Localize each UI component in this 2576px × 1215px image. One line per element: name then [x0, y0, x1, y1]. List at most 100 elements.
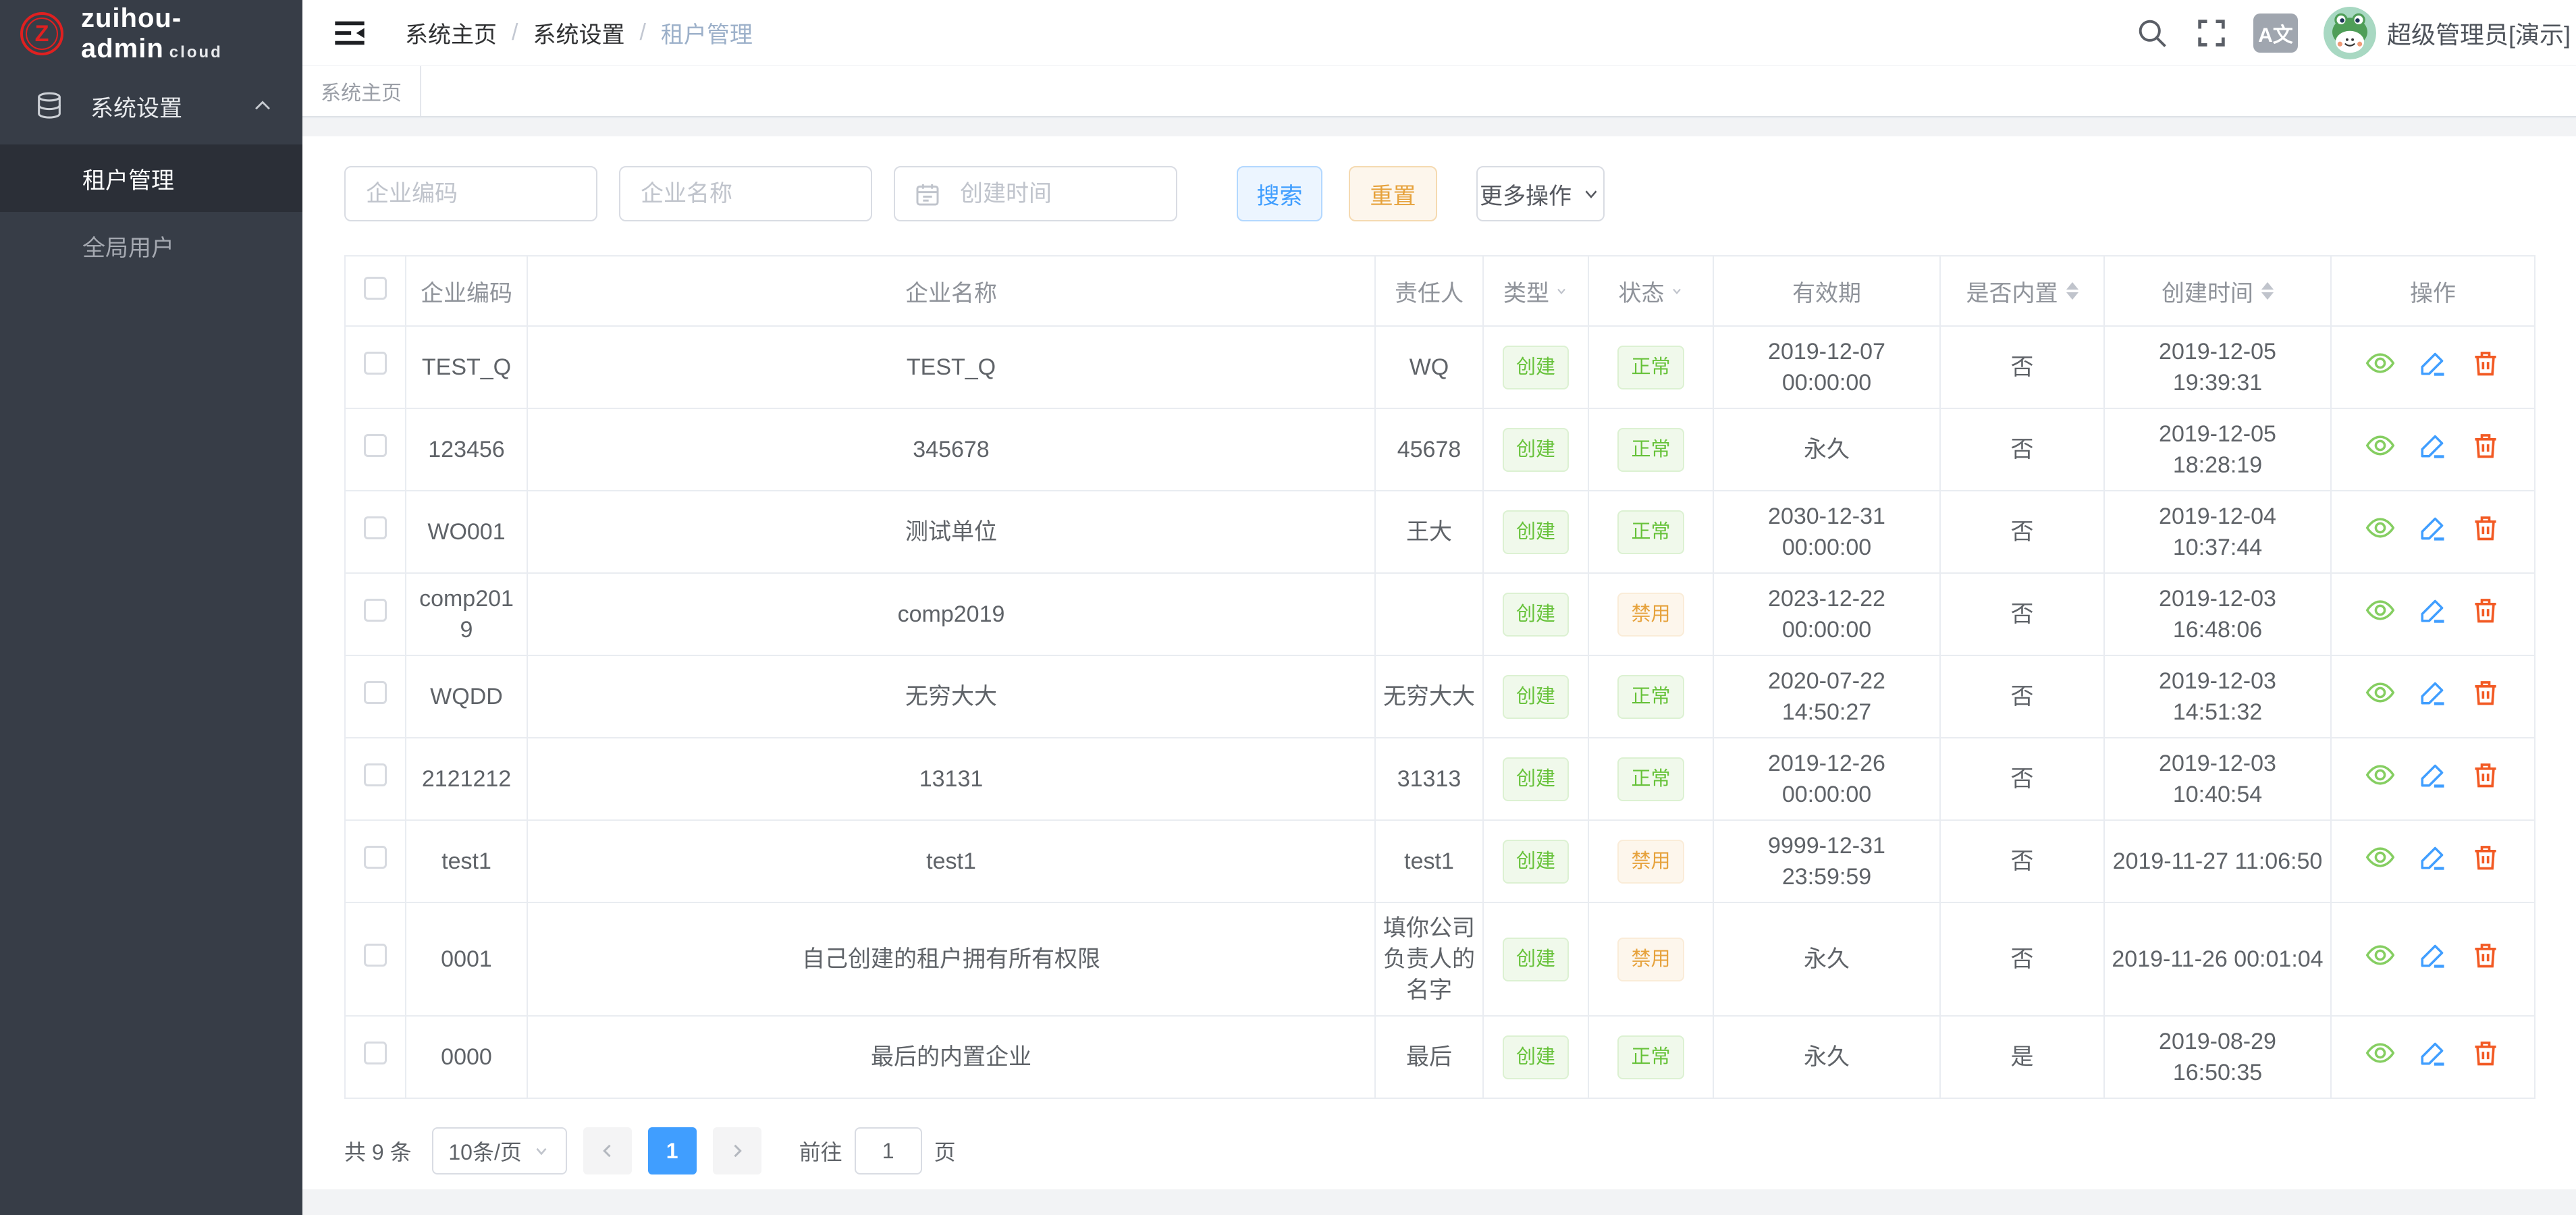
cell-type: 创建 [1483, 1016, 1588, 1098]
row-checkbox[interactable] [364, 681, 387, 704]
more-actions-button[interactable]: 更多操作 [1476, 166, 1605, 221]
cell-created: 2019-12-05 19:39:31 [2104, 326, 2331, 408]
breadcrumb: 系统主页 / 系统设置 / 租户管理 [405, 16, 753, 49]
cell-status: 禁用 [1588, 820, 1713, 902]
collapse-sidebar-icon[interactable] [332, 16, 367, 51]
col-header-validity: 有效期 [1713, 256, 1940, 326]
edit-icon[interactable] [2418, 760, 2448, 790]
select-all-checkbox[interactable] [364, 277, 387, 300]
cell-builtin: 否 [1940, 820, 2104, 902]
cell-builtin: 否 [1940, 326, 2104, 408]
view-icon[interactable] [2365, 678, 2395, 707]
status-tag: 禁用 [1617, 593, 1684, 637]
breadcrumb-item-settings[interactable]: 系统设置 [533, 16, 624, 49]
enterprise-name-input[interactable] [619, 166, 872, 221]
cell-actions [2331, 902, 2535, 1016]
edit-icon[interactable] [2418, 1038, 2448, 1068]
row-checkbox[interactable] [364, 944, 387, 967]
more-actions-label: 更多操作 [1480, 178, 1572, 211]
delete-icon[interactable] [2471, 513, 2500, 543]
view-icon[interactable] [2365, 513, 2395, 543]
avatar[interactable] [2324, 7, 2376, 59]
edit-icon[interactable] [2418, 348, 2448, 378]
page-number-1[interactable]: 1 [648, 1127, 697, 1174]
chevron-down-icon [533, 1142, 550, 1160]
view-icon[interactable] [2365, 1038, 2395, 1068]
prev-page-button[interactable] [583, 1127, 632, 1174]
cell-builtin: 否 [1940, 408, 2104, 491]
edit-icon[interactable] [2418, 595, 2448, 625]
create-time-picker[interactable] [894, 166, 1177, 221]
sort-icons[interactable] [2066, 276, 2078, 306]
goto-label: 前往 [799, 1135, 842, 1166]
type-tag: 创建 [1503, 346, 1569, 389]
sidebar-item-global-users[interactable]: 全局用户 [0, 212, 302, 279]
col-header-name: 企业名称 [527, 256, 1375, 326]
cell-select [345, 902, 406, 1016]
delete-icon[interactable] [2471, 760, 2500, 790]
edit-icon[interactable] [2418, 678, 2448, 707]
status-tag: 禁用 [1617, 840, 1684, 884]
col-header-code: 企业编码 [406, 256, 527, 326]
delete-icon[interactable] [2471, 348, 2500, 378]
cell-owner: 最后 [1375, 1016, 1483, 1098]
edit-icon[interactable] [2418, 940, 2448, 970]
view-icon[interactable] [2365, 595, 2395, 625]
cell-type: 创建 [1483, 326, 1588, 408]
edit-icon[interactable] [2418, 513, 2448, 543]
filter-caret-icon[interactable] [1555, 284, 1568, 298]
cell-created: 2019-12-05 18:28:19 [2104, 408, 2331, 491]
enterprise-code-input[interactable] [344, 166, 597, 221]
delete-icon[interactable] [2471, 431, 2500, 460]
sort-icons[interactable] [2261, 276, 2274, 306]
view-icon[interactable] [2365, 431, 2395, 460]
edit-icon[interactable] [2418, 431, 2448, 460]
cell-builtin: 否 [1940, 491, 2104, 573]
view-icon[interactable] [2365, 940, 2395, 970]
cell-code: 0000 [406, 1016, 527, 1098]
row-checkbox[interactable] [364, 1042, 387, 1064]
breadcrumb-item-home[interactable]: 系统主页 [405, 16, 497, 49]
username[interactable]: 超级管理员[演示] [2387, 16, 2571, 51]
status-tag: 正常 [1617, 428, 1684, 472]
table-row: TEST_QTEST_QWQ创建正常2019-12-07 00:00:00否20… [345, 326, 2535, 408]
row-checkbox[interactable] [364, 434, 387, 457]
cell-status: 禁用 [1588, 573, 1713, 655]
cell-name: 无穷大大 [527, 655, 1375, 738]
page-size-select[interactable]: 10条/页 [432, 1127, 567, 1174]
row-checkbox[interactable] [364, 846, 387, 869]
delete-icon[interactable] [2471, 940, 2500, 970]
translate-icon[interactable]: A文 [2253, 14, 2298, 53]
reset-button[interactable]: 重置 [1349, 166, 1437, 221]
edit-icon[interactable] [2418, 842, 2448, 872]
sidebar-item-tenant-management[interactable]: 租户管理 [0, 144, 302, 212]
table-row: WO001测试单位王大创建正常2030-12-31 00:00:00否2019-… [345, 491, 2535, 573]
search-button[interactable]: 搜索 [1237, 166, 1322, 221]
sidebar-submenu: 租户管理 全局用户 [0, 144, 302, 279]
delete-icon[interactable] [2471, 595, 2500, 625]
fullscreen-icon[interactable] [2194, 16, 2229, 51]
view-icon[interactable] [2365, 348, 2395, 378]
tab-system-home[interactable]: 系统主页 [302, 66, 421, 116]
delete-icon[interactable] [2471, 678, 2500, 707]
view-icon[interactable] [2365, 760, 2395, 790]
row-checkbox[interactable] [364, 763, 387, 786]
cell-owner: 填你公司负责人的名字 [1375, 902, 1483, 1016]
row-checkbox[interactable] [364, 599, 387, 622]
search-icon[interactable] [2135, 16, 2170, 51]
cell-status: 正常 [1588, 655, 1713, 738]
delete-icon[interactable] [2471, 1038, 2500, 1068]
view-icon[interactable] [2365, 842, 2395, 872]
goto-page-input[interactable] [855, 1127, 922, 1174]
sidebar-item-label: 租户管理 [82, 162, 174, 195]
delete-icon[interactable] [2471, 842, 2500, 872]
row-checkbox[interactable] [364, 516, 387, 539]
sidebar-menu-system-settings[interactable]: 系统设置 [0, 68, 302, 144]
cell-code: WO001 [406, 491, 527, 573]
filter-caret-icon[interactable] [1670, 284, 1684, 298]
cell-created: 2019-08-29 16:50:35 [2104, 1016, 2331, 1098]
page-number-label: 1 [666, 1139, 678, 1164]
row-checkbox[interactable] [364, 352, 387, 375]
next-page-button[interactable] [713, 1127, 761, 1174]
type-tag: 创建 [1503, 757, 1569, 801]
